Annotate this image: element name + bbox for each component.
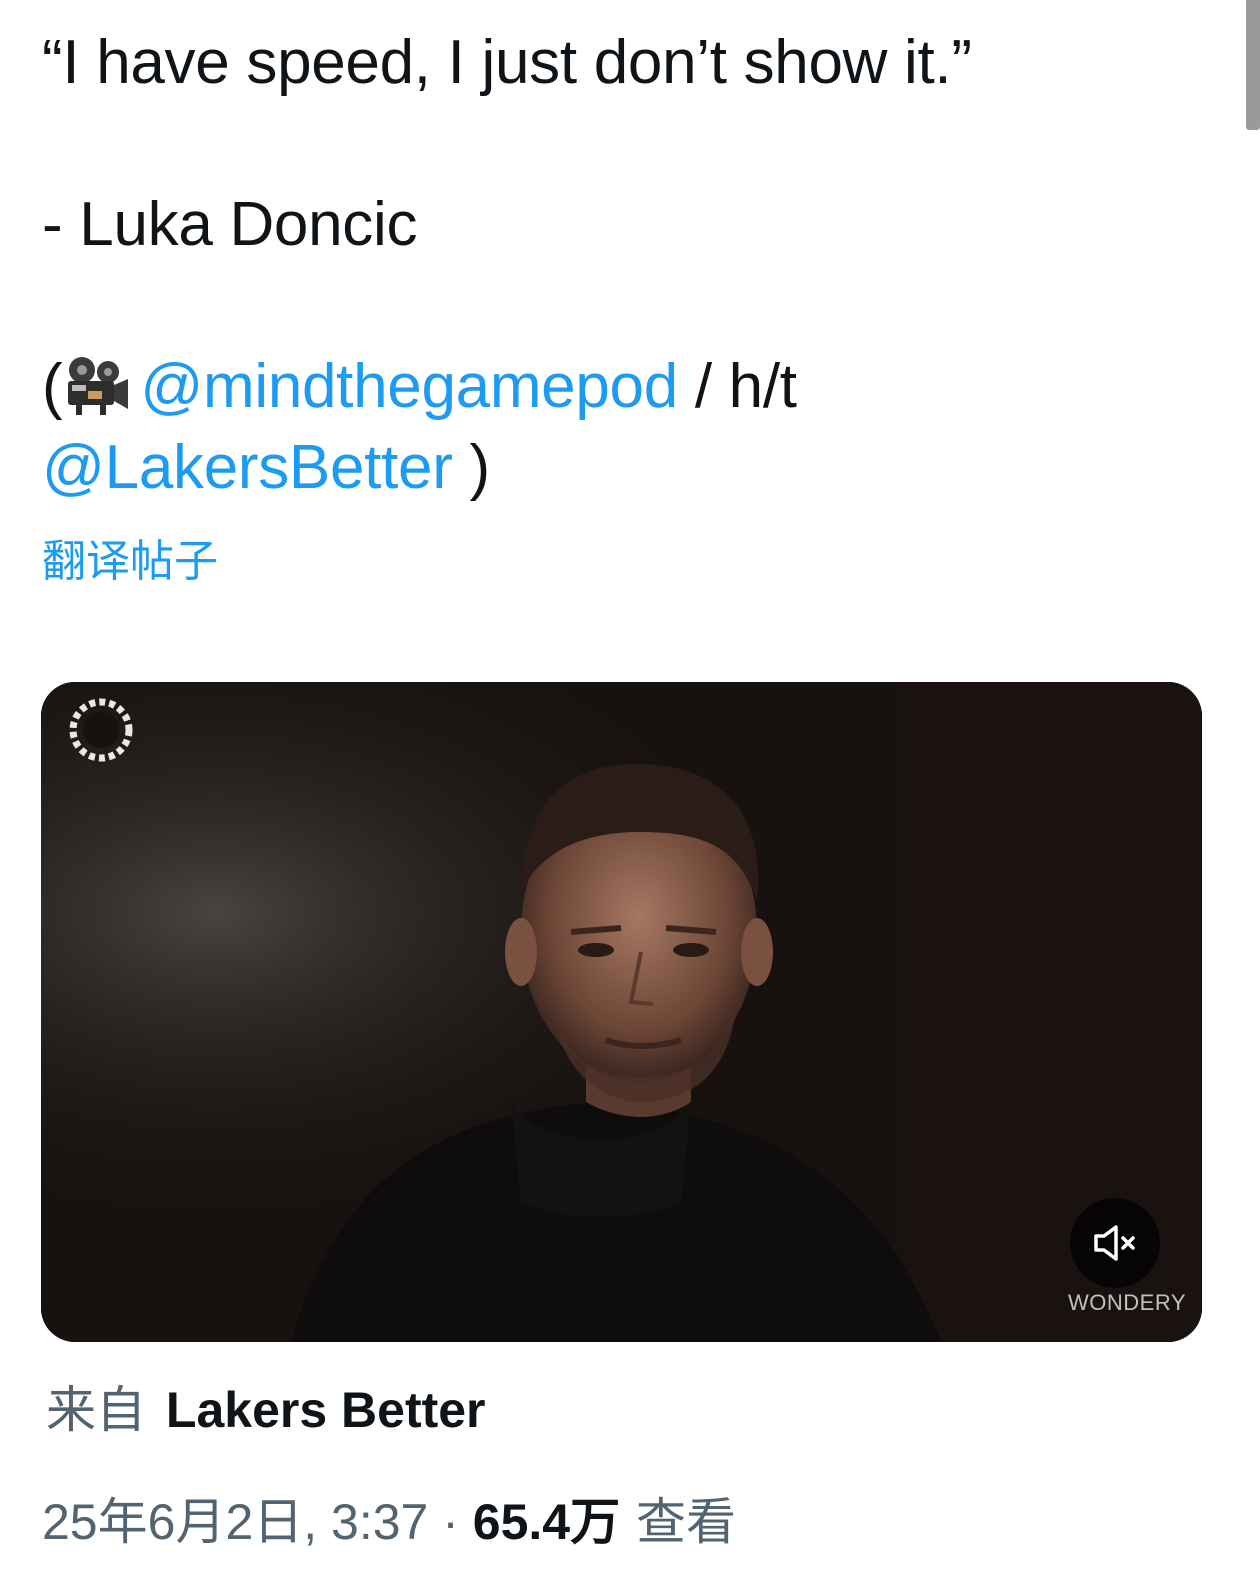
credit-line: ( @mindthegamepod / h/t — [42, 346, 1192, 427]
views-label: 查看 — [620, 1493, 737, 1551]
day-char: 日 — [253, 1493, 304, 1551]
movie-camera-icon — [68, 357, 129, 415]
video-frame — [41, 682, 1202, 1342]
credit-open-paren: ( — [42, 352, 63, 421]
video-watermark: WONDERY — [1068, 1290, 1186, 1315]
video-player[interactable]: WONDERY — [41, 682, 1202, 1342]
translate-post-link[interactable]: 翻译帖子 — [42, 534, 218, 590]
mention-mindthegamepod[interactable]: @mindthegamepod — [140, 352, 678, 421]
credit-line-2: @LakersBetter ) — [42, 427, 1192, 508]
date-year: 25 — [42, 1494, 98, 1550]
source-account-link[interactable]: Lakers Better — [166, 1382, 486, 1438]
credit-close-paren: ) — [452, 433, 490, 502]
date-month: 6 — [147, 1494, 176, 1550]
tweet-text: “I have speed, I just don’t show it.” - … — [42, 22, 1192, 508]
source-attribution: 来自 Lakers Better — [46, 1378, 486, 1442]
quote-line: “I have speed, I just don’t show it.” — [42, 28, 972, 97]
date-day: 2 — [225, 1494, 254, 1550]
post-meta: 25年6月2日, 3:37 · 65.4万 查看 — [42, 1490, 736, 1554]
source-prefix: 来自 — [46, 1381, 146, 1439]
timestamp[interactable]: 25年6月2日, 3:37 · — [42, 1493, 473, 1551]
mute-toggle-button[interactable] — [1070, 1198, 1160, 1288]
credit-separator: / h/t — [677, 352, 797, 421]
views-count: 65.4万 — [472, 1494, 621, 1550]
month-char: 月 — [175, 1493, 226, 1551]
time-text: , 3:37 · — [303, 1494, 473, 1550]
speaker-muted-icon — [1094, 1225, 1135, 1261]
year-char: 年 — [97, 1493, 148, 1551]
scrollbar-thumb[interactable] — [1246, 0, 1260, 130]
attribution-line: - Luka Doncic — [42, 190, 418, 259]
mention-lakersbetter[interactable]: @LakersBetter — [42, 433, 453, 502]
